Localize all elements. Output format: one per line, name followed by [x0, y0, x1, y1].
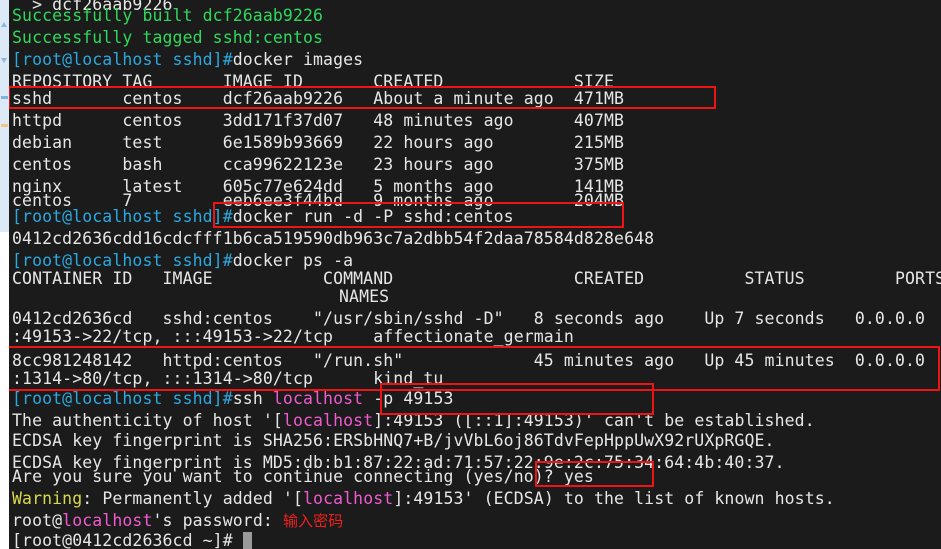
shell-prompt-container: [root@0412cd2636cd ~]# — [12, 531, 233, 549]
ssh-port-option: -p 49153 — [363, 389, 454, 408]
scroll-up-arrow-icon[interactable] — [1, 22, 7, 27]
output-line-warning: Warning: Permanently added '[localhost]:… — [12, 488, 835, 510]
output-line-continue-prompt: Are you sure you want to continue connec… — [12, 467, 594, 486]
shell-prompt: [root@localhost sshd]# — [12, 207, 233, 226]
warning-host: localhost — [303, 489, 394, 508]
password-label: 's password: — [152, 511, 283, 530]
command-line-final-prompt: [root@0412cd2636cd ~]# — [12, 530, 252, 549]
shell-prompt: [root@localhost sshd]# — [12, 50, 233, 69]
scrollbar-marker — [1, 124, 8, 127]
password-host: localhost — [62, 511, 153, 530]
shell-prompt: [root@localhost sshd]# — [12, 389, 233, 408]
output-line-container-id: 0412cd2636cdd16cdcfff1b6ca519590db963c7a… — [12, 229, 655, 248]
warning-label: Warning — [12, 489, 83, 508]
command-text: docker images — [232, 50, 364, 69]
command-line-ssh: [root@localhost sshd]#ssh localhost -p 4… — [12, 388, 454, 410]
ps-table-header: CONTAINER ID IMAGE COMMAND CREATED STATU… — [12, 269, 941, 288]
table-row: :1314->80/tcp, :::1314->80/tcp kind_tu — [12, 369, 444, 388]
ssh-host: localhost — [272, 389, 364, 408]
table-row: debian test 6e1589b93669 22 hours ago 21… — [12, 133, 655, 152]
table-row: :49153->22/tcp, :::49153->22/tcp affecti… — [12, 327, 574, 346]
command-line-docker-images: [root@localhost sshd]#docker images — [12, 49, 363, 71]
warning-prefix: : Permanently added '[ — [82, 489, 303, 508]
text-cursor — [233, 531, 252, 549]
output-line-built: Successfully built dcf26aab9226 — [12, 6, 324, 25]
command-text: ssh — [232, 389, 273, 408]
command-text: docker run -d -P sshd:centos — [232, 207, 514, 226]
terminal-screenshot: > dcf26aab9226 Successfully built dcf26a… — [0, 0, 941, 549]
output-line-authenticity: The authenticity of host '[localhost]:49… — [12, 410, 815, 432]
authenticity-host: localhost — [282, 411, 374, 430]
table-row: centos bash cca99622123e 23 hours ago 37… — [12, 155, 655, 174]
authenticity-prefix: The authenticity of host '[ — [12, 411, 283, 430]
annotation-password-note: 输入密码 — [282, 512, 344, 530]
table-row: sshd centos dcf26aab9226 About a minute … — [12, 89, 655, 108]
scrollbar-marker — [1, 96, 8, 99]
scrollbar-track[interactable] — [0, 0, 9, 232]
ps-table-header-names: NAMES — [339, 287, 390, 306]
output-line-password-prompt: root@localhost's password: 输入密码 — [12, 510, 343, 532]
scroll-down-arrow-icon[interactable] — [1, 58, 7, 63]
output-line-tagged: Successfully tagged sshd:centos — [12, 28, 324, 47]
warning-suffix: ]:49153' (ECDSA) to the list of known ho… — [393, 489, 835, 508]
command-line-docker-run: [root@localhost sshd]#docker run -d -P s… — [12, 206, 514, 228]
authenticity-suffix: ]:49153 ([::1]:49153)' can't be establis… — [373, 411, 815, 430]
password-user: root@ — [12, 511, 63, 530]
output-line-fingerprint-sha256: ECDSA key fingerprint is SHA256:ERSbHNQ7… — [12, 431, 775, 450]
table-row: httpd centos 3dd171f37d07 48 minutes ago… — [12, 111, 655, 130]
terminal-output[interactable]: > dcf26aab9226 Successfully built dcf26a… — [9, 0, 941, 549]
scrollbar[interactable] — [0, 0, 9, 549]
